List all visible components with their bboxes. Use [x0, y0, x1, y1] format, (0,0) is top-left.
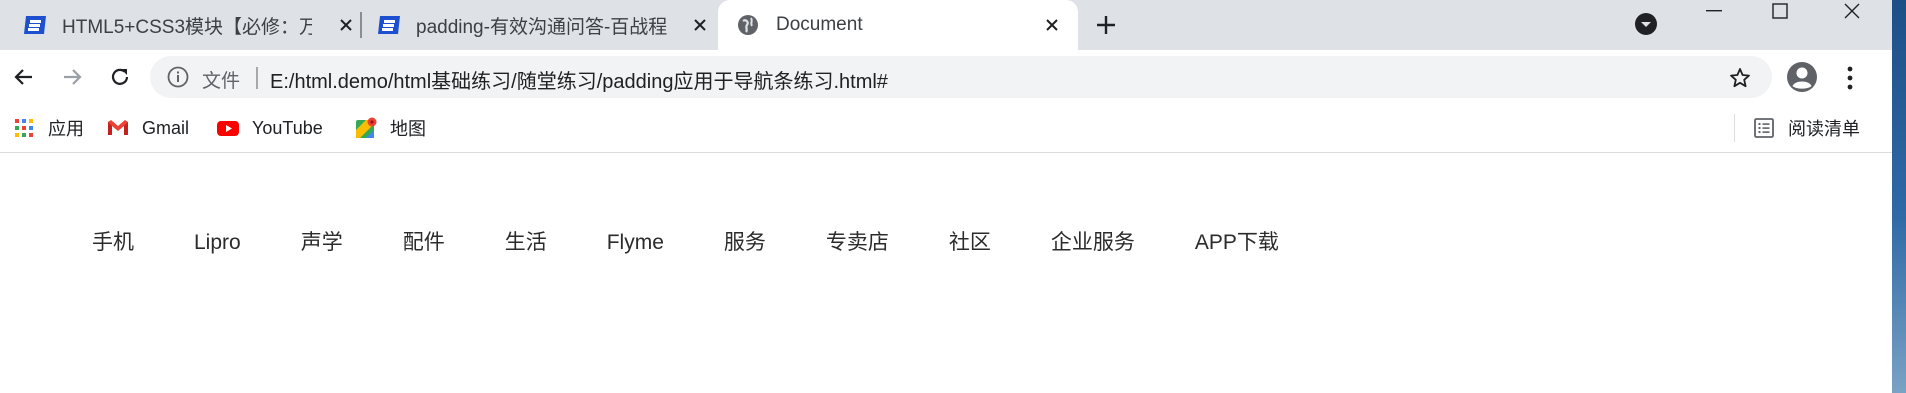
tab-html5-css3[interactable]: HTML5+CSS3模块【必修：万里 — [14, 0, 360, 50]
back-arrow-icon[interactable] — [10, 63, 38, 91]
info-icon[interactable] — [166, 65, 190, 89]
page-viewport: 手机 Lipro 声学 配件 生活 Flyme 服务 专卖店 社区 企业服务 A… — [0, 153, 1892, 393]
globe-icon — [738, 15, 758, 35]
browser-toolbar: 文件 E:/html.demo/html基础练习/随堂练习/padding应用于… — [0, 50, 1892, 104]
bookmark-label: Gmail — [142, 117, 190, 138]
nav-link-services[interactable]: 服务 — [724, 226, 766, 260]
nav-link-stores[interactable]: 专卖店 — [826, 226, 889, 260]
bookmarks-bar: 应用 Gmail YouTube 地图 阅读清单 — [0, 104, 1892, 153]
nav-link-flyme[interactable]: Flyme — [607, 226, 664, 260]
apps-grid-icon — [15, 119, 33, 137]
maps-icon — [356, 117, 377, 138]
bookmark-maps[interactable]: 地图 — [354, 114, 426, 142]
omnibox-divider — [256, 67, 258, 89]
bookmark-label: 应用 — [48, 119, 84, 139]
desktop-background — [1892, 0, 1906, 393]
nav-link-app-download[interactable]: APP下载 — [1195, 226, 1279, 260]
bookmark-star-icon[interactable] — [1728, 66, 1752, 90]
tab-padding-qa[interactable]: padding-有效沟通问答-百战程序 — [368, 0, 714, 50]
close-tab-icon[interactable] — [334, 13, 358, 37]
tab-title: HTML5+CSS3模块【必修：万里 — [62, 16, 312, 38]
browser-window: HTML5+CSS3模块【必修：万里 padding-有效沟通问答-百战程序 D… — [0, 0, 1892, 393]
more-menu-icon[interactable] — [1838, 64, 1862, 92]
youtube-icon — [217, 121, 239, 136]
reading-list-icon — [1754, 118, 1774, 138]
nav-link-accessories[interactable]: 配件 — [403, 226, 445, 260]
forward-arrow-icon[interactable] — [58, 63, 86, 91]
tab-title: padding-有效沟通问答-百战程序 — [416, 16, 668, 38]
security-label: 文件 — [202, 71, 241, 92]
profile-avatar-icon[interactable] — [1784, 59, 1820, 95]
window-close-icon[interactable] — [1824, 0, 1880, 22]
bookmark-gmail[interactable]: Gmail — [106, 114, 189, 142]
tab-document-active[interactable]: Document — [718, 0, 1078, 50]
tab-divider — [360, 12, 362, 38]
gmail-icon — [108, 120, 128, 135]
tab-strip: HTML5+CSS3模块【必修：万里 padding-有效沟通问答-百战程序 D… — [0, 0, 1892, 50]
reading-list-label: 阅读清单 — [1788, 119, 1860, 139]
bookmark-label: 地图 — [390, 119, 426, 139]
reload-icon[interactable] — [106, 63, 134, 91]
close-tab-icon[interactable] — [688, 13, 712, 37]
window-maximize-icon[interactable] — [1752, 0, 1808, 22]
nav-link-lipro[interactable]: Lipro — [194, 226, 241, 260]
bz-logo-icon — [24, 16, 46, 34]
bookmark-apps[interactable]: 应用 — [12, 114, 84, 142]
tab-search-dropdown-icon[interactable] — [1634, 12, 1658, 36]
bz-logo-icon — [378, 16, 400, 34]
nav-link-phone[interactable]: 手机 — [92, 226, 134, 260]
address-bar[interactable]: 文件 E:/html.demo/html基础练习/随堂练习/padding应用于… — [150, 56, 1772, 98]
bookmarks-divider — [1734, 114, 1735, 142]
bookmark-youtube[interactable]: YouTube — [216, 114, 323, 142]
tab-title: Document — [776, 14, 863, 35]
reading-list-button[interactable]: 阅读清单 — [1752, 114, 1860, 142]
new-tab-plus-icon[interactable] — [1092, 11, 1120, 39]
nav-bar: 手机 Lipro 声学 配件 生活 Flyme 服务 专卖店 社区 企业服务 A… — [92, 226, 1339, 260]
nav-link-enterprise[interactable]: 企业服务 — [1051, 226, 1135, 260]
nav-link-life[interactable]: 生活 — [505, 226, 547, 260]
url-text[interactable]: E:/html.demo/html基础练习/随堂练习/padding应用于导航条… — [270, 65, 888, 94]
bookmark-label: YouTube — [252, 117, 323, 138]
nav-link-acoustics[interactable]: 声学 — [301, 226, 343, 260]
nav-link-community[interactable]: 社区 — [949, 226, 991, 260]
close-tab-icon[interactable] — [1040, 13, 1064, 37]
window-minimize-icon[interactable] — [1686, 0, 1742, 22]
